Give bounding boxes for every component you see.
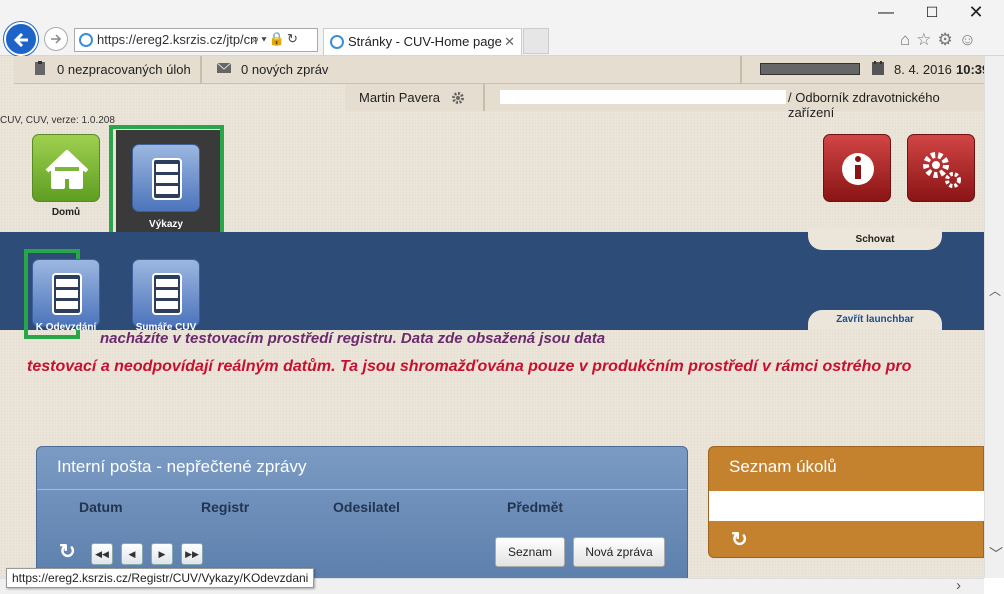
scroll-up-icon[interactable]: ︿ xyxy=(989,282,1001,299)
column-header[interactable]: Odesilatel xyxy=(333,499,400,515)
dropdown-icon[interactable]: ▾ xyxy=(261,31,268,46)
home-icon xyxy=(45,150,89,189)
refresh-icon[interactable]: ↻ xyxy=(59,539,83,563)
first-page-button[interactable]: ◀◀ xyxy=(91,543,113,565)
submit-tile[interactable] xyxy=(32,259,100,327)
notification-bar: 0 nezpracovaných úloh 0 nových zpráv 8. … xyxy=(14,56,984,84)
list-icon xyxy=(152,158,182,200)
organization-name xyxy=(500,90,786,104)
info-icon xyxy=(842,153,874,185)
last-page-button[interactable]: ▶▶ xyxy=(181,543,203,565)
user-name[interactable]: Martin Pavera xyxy=(359,90,440,105)
tab-title: Stránky - CUV-Home page xyxy=(348,34,502,49)
scroll-right-icon[interactable]: › xyxy=(956,577,961,594)
version-label: CUV, CUV, verze: 1.0.208 xyxy=(0,115,115,126)
new-message-button[interactable]: Nová zpráva xyxy=(573,537,665,567)
back-button[interactable] xyxy=(4,22,38,56)
tasks-panel-title: Seznam úkolů xyxy=(729,457,837,476)
tasks-count[interactable]: 0 nezpracovaných úloh xyxy=(57,62,191,77)
search-icon[interactable]: ⌕ xyxy=(252,31,261,46)
tasks-panel: Seznam úkolů ↻ xyxy=(708,446,984,558)
home-icon[interactable]: ⌂ xyxy=(900,30,916,49)
reports-label: Výkazy xyxy=(149,219,183,230)
next-page-button[interactable]: ▶ xyxy=(151,543,173,565)
lock-icon: 🔒 xyxy=(268,31,287,46)
settings-icon[interactable]: ⚙ xyxy=(938,30,959,49)
list-button[interactable]: Seznam xyxy=(495,537,565,567)
page-content: 0 nezpracovaných úloh 0 nových zpráv 8. … xyxy=(0,56,984,578)
settings-tile[interactable] xyxy=(907,134,975,202)
toolbar-icons[interactable]: ⌂☆⚙☺ xyxy=(900,30,982,50)
browser-tab[interactable]: Stránky - CUV-Home page ✕ xyxy=(323,28,522,55)
warning-line-2: testovací a neodpovídají reálným datům. … xyxy=(27,358,912,375)
back-arrow-icon xyxy=(13,32,28,48)
session-bar xyxy=(760,63,860,75)
forward-button[interactable] xyxy=(44,27,68,51)
home-tile[interactable] xyxy=(32,134,100,202)
address-actions[interactable]: ⌕▾🔒↻ xyxy=(252,31,300,47)
hide-launchbar-button[interactable]: Schovat xyxy=(808,228,942,250)
vertical-scrollbar[interactable]: ︿ ﹀ xyxy=(984,56,1004,578)
status-url: https://ereg2.ksrzis.cz/Registr/CUV/Vyka… xyxy=(6,568,315,588)
summary-tile[interactable] xyxy=(132,259,200,327)
mail-panel-title: Interní pošta - nepřečtené zprávy xyxy=(57,457,307,476)
reports-tile[interactable] xyxy=(132,144,200,212)
tab-close-icon[interactable]: ✕ xyxy=(504,29,515,54)
favorites-icon[interactable]: ☆ xyxy=(916,30,937,49)
address-text: https://ereg2.ksrzis.cz/jtp/cn xyxy=(97,32,258,47)
current-time: 10:39 xyxy=(956,62,984,77)
list-icon xyxy=(52,273,82,315)
list-icon xyxy=(152,273,182,315)
ie-icon xyxy=(79,33,93,47)
gear-icon[interactable] xyxy=(451,91,465,105)
envelope-icon xyxy=(216,62,232,73)
refresh-icon[interactable]: ↻ xyxy=(731,527,748,552)
forward-arrow-icon xyxy=(51,34,62,44)
user-bar: Martin Pavera / Odborník zdravotnického … xyxy=(345,84,984,120)
submit-label: K Odevzdání xyxy=(35,322,97,333)
maximize-button[interactable]: ☐ xyxy=(922,4,942,24)
info-tile[interactable] xyxy=(823,134,891,202)
new-tab-button[interactable] xyxy=(523,28,549,54)
prev-page-button[interactable]: ◀ xyxy=(121,543,143,565)
scroll-down-icon[interactable]: ﹀ xyxy=(989,544,1003,564)
minimize-button[interactable]: — xyxy=(876,4,896,24)
close-window-button[interactable]: ✕ xyxy=(966,2,986,22)
refresh-icon[interactable]: ↻ xyxy=(287,31,300,46)
calendar-icon xyxy=(872,61,884,75)
current-date: 8. 4. 2016 xyxy=(894,62,952,77)
user-role: / Odborník zdravotnického zařízení xyxy=(788,90,940,120)
home-label: Domů xyxy=(51,207,81,218)
gears-icon xyxy=(923,152,961,188)
column-header[interactable]: Předmět xyxy=(507,499,563,515)
clipboard-icon xyxy=(35,61,45,75)
column-header[interactable]: Datum xyxy=(79,499,123,515)
ie-icon xyxy=(330,35,344,49)
warning-line-1: nacházíte v testovacím prostředí registr… xyxy=(100,330,606,347)
messages-count[interactable]: 0 nových zpráv xyxy=(241,62,328,77)
column-header[interactable]: Registr xyxy=(201,499,249,515)
close-launchbar-button[interactable]: Zavřít launchbar xyxy=(808,310,942,330)
smiley-icon[interactable]: ☺ xyxy=(959,30,982,49)
mail-panel: Interní pošta - nepřečtené zprávy Datum … xyxy=(36,446,688,578)
browser-toolbar: https://ereg2.ksrzis.cz/jtp/cn ⌕▾🔒↻ Strá… xyxy=(0,0,1004,56)
